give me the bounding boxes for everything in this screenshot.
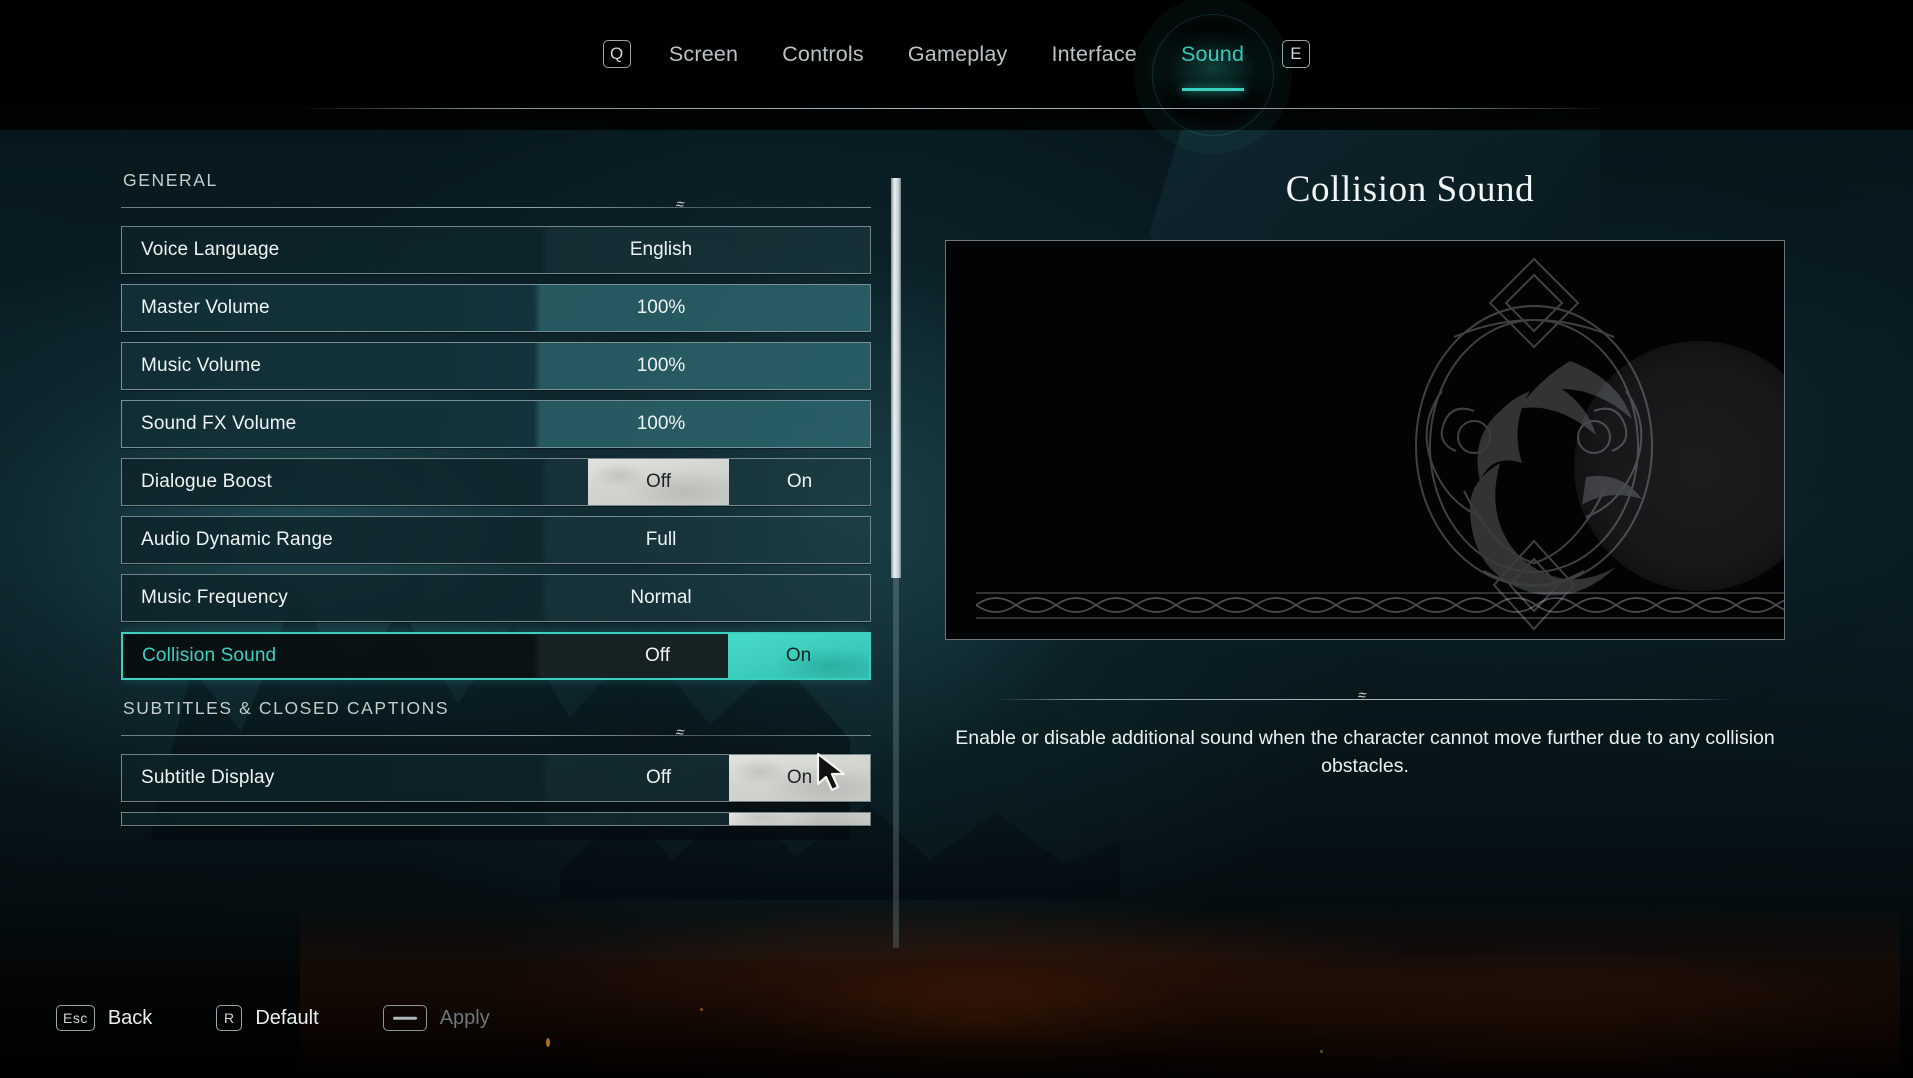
setting-label: Voice Language <box>141 239 280 260</box>
toggle-group: Off On <box>588 755 870 801</box>
setting-label: Music Volume <box>141 355 262 376</box>
spacebar-key-icon <box>382 1005 427 1031</box>
toggle-option-on[interactable] <box>729 813 870 825</box>
toggle-option-off[interactable]: Off <box>588 459 729 505</box>
tab-bar-divider <box>300 108 1610 109</box>
setting-row-sound-fx-volume[interactable]: Sound FX Volume 100% <box>121 400 871 448</box>
setting-row-next-clipped[interactable] <box>121 812 871 826</box>
setting-row-dialogue-boost[interactable]: Dialogue Boost Off On <box>121 458 871 506</box>
next-tab-key-icon[interactable]: E <box>1282 40 1311 68</box>
setting-preview-panel: Collision Sound ≈ Enable or disable addi… <box>915 150 1905 870</box>
settings-scrollbar-thumb[interactable] <box>891 178 901 578</box>
settings-tab-bar: Q Screen Controls Gameplay Interface Sou… <box>0 0 1913 116</box>
setting-row-collision-sound[interactable]: Collision Sound Off On <box>121 632 871 680</box>
preview-divider <box>995 695 1735 705</box>
tab-interface[interactable]: Interface <box>1029 42 1158 67</box>
tab-gameplay-label: Gameplay <box>907 41 1008 66</box>
toggle-option-off[interactable] <box>588 813 729 825</box>
toggle-option-off[interactable]: Off <box>587 634 728 678</box>
setting-row-voice-language[interactable]: Voice Language English <box>121 226 871 274</box>
preview-title: Collision Sound <box>1285 169 1535 210</box>
tab-interface-label: Interface <box>1051 41 1137 66</box>
setting-label: Dialogue Boost <box>141 471 272 492</box>
setting-label: Subtitle Display <box>141 767 275 788</box>
toggle-option-off[interactable]: Off <box>588 755 729 801</box>
tab-screen-label: Screen <box>668 41 739 66</box>
setting-row-subtitle-display[interactable]: Subtitle Display Off On <box>121 754 871 802</box>
setting-value: English <box>629 239 693 260</box>
setting-value: Full <box>645 529 677 550</box>
setting-value: 100% <box>636 297 686 318</box>
setting-value: Normal <box>630 587 692 608</box>
tab-list: Q Screen Controls Gameplay Interface Sou… <box>602 0 1311 116</box>
toggle-option-on[interactable]: On <box>729 755 870 801</box>
footer-action-back[interactable]: Esc Back <box>56 1005 152 1031</box>
tab-controls-label: Controls <box>782 41 864 66</box>
footer-action-apply: Apply <box>382 1005 490 1031</box>
toggle-option-on[interactable]: On <box>728 634 869 678</box>
footer-hint-bar: Esc Back R Default Apply <box>0 958 1913 1078</box>
esc-key-icon: Esc <box>56 1005 95 1031</box>
setting-row-audio-dynamic-range[interactable]: Audio Dynamic Range Full <box>121 516 871 564</box>
toggle-group: Off On <box>588 459 870 505</box>
knotwork-border-icon <box>976 592 1784 619</box>
tab-controls[interactable]: Controls <box>760 42 886 67</box>
toggle-group <box>588 813 870 825</box>
setting-label: Sound FX Volume <box>141 413 297 434</box>
section-divider <box>121 731 871 741</box>
section-divider <box>121 203 871 213</box>
setting-row-music-volume[interactable]: Music Volume 100% <box>121 342 871 390</box>
footer-action-default[interactable]: R Default <box>216 1005 319 1031</box>
toggle-group: Off On <box>587 634 869 678</box>
section-header-subtitles: SUBTITLES & CLOSED CAPTIONS <box>123 698 450 718</box>
toggle-option-on[interactable]: On <box>729 459 870 505</box>
setting-label: Music Frequency <box>141 587 288 608</box>
setting-label: Master Volume <box>141 297 270 318</box>
tab-gameplay[interactable]: Gameplay <box>886 42 1030 67</box>
setting-row-music-frequency[interactable]: Music Frequency Normal <box>121 574 871 622</box>
setting-label: Collision Sound <box>142 645 277 666</box>
tab-screen[interactable]: Screen <box>647 42 760 67</box>
raven-emblem-icon <box>1415 257 1653 631</box>
r-key-icon: R <box>216 1005 243 1031</box>
section-header-general: GENERAL <box>123 170 218 190</box>
setting-label <box>122 813 452 825</box>
setting-row-master-volume[interactable]: Master Volume 100% <box>121 284 871 332</box>
settings-list[interactable]: GENERAL Voice Language English Master Vo… <box>121 170 871 945</box>
preview-image-frame <box>945 240 1785 640</box>
tab-active-indicator <box>1181 87 1244 91</box>
preview-description: Enable or disable additional sound when … <box>955 727 1775 777</box>
footer-action-label: Default <box>255 1006 319 1029</box>
tab-sound[interactable]: Sound <box>1117 0 1308 116</box>
setting-value: 100% <box>636 355 686 376</box>
setting-value: 100% <box>636 413 686 434</box>
footer-action-label: Apply <box>439 1006 490 1029</box>
setting-label: Audio Dynamic Range <box>141 529 333 550</box>
tab-sound-label: Sound <box>1180 41 1245 66</box>
prev-tab-key-icon[interactable]: Q <box>602 40 631 68</box>
footer-action-label: Back <box>107 1006 153 1029</box>
